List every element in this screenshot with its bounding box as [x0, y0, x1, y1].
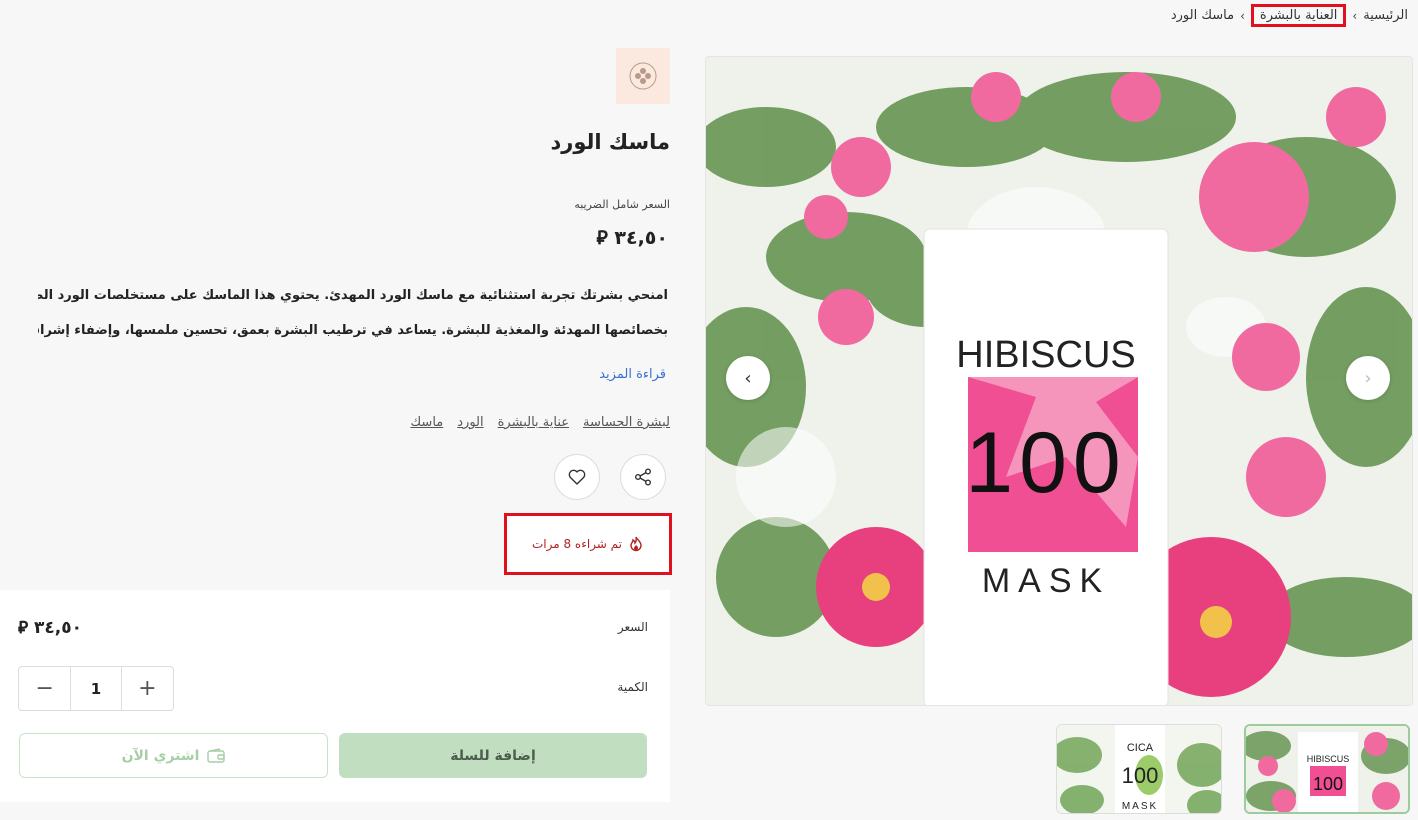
breadcrumb-separator: ‹ [1240, 8, 1245, 23]
decrease-quantity-button[interactable]: − [19, 667, 70, 710]
tax-note: السعر شامل الضريبه [574, 198, 670, 211]
buy-now-button[interactable]: اشتري الآن [19, 733, 328, 778]
quantity-stepper: − 1 + [18, 666, 174, 711]
tag-link[interactable]: لبشرة الحساسة [583, 415, 670, 430]
gallery-next-button[interactable]: › [1346, 356, 1390, 400]
svg-text:MASK: MASK [1122, 801, 1158, 812]
quantity-label: الكمية [617, 680, 648, 694]
thumbnail-cica[interactable]: CICA 100 MASK [1056, 724, 1222, 814]
fire-icon [630, 536, 642, 552]
share-button[interactable] [620, 454, 666, 500]
breadcrumb-category[interactable]: العناية بالبشرة [1250, 4, 1347, 27]
sold-count-text: تم شراءه 8 مرات [531, 537, 623, 551]
currency-icon: ⃁ [596, 227, 608, 249]
hibiscus-mask-illustration: HIBISCUS 100 MASK [706, 57, 1412, 705]
price-label: السعر [617, 620, 648, 634]
description-line: امنحي بشرتك تجربة استثنائية مع ماسك الور… [38, 288, 668, 303]
svg-text:MASK: MASK [982, 562, 1110, 600]
gallery-prev-button[interactable]: ‹ [726, 356, 770, 400]
product-title: ماسك الورد [550, 130, 670, 154]
wishlist-button[interactable] [554, 454, 600, 500]
tag-link[interactable]: عناية بالبشرة [498, 415, 569, 430]
price-value: ٣٤,٥٠ [34, 618, 82, 638]
sold-count-badge: تم شراءه 8 مرات [504, 513, 672, 575]
purchase-panel: السعر ⃁ ٣٤,٥٠ الكمية − 1 + إضافة للسلة ا… [0, 590, 670, 802]
buy-now-label: اشتري الآن [121, 747, 200, 764]
panel-price: ⃁ ٣٤,٥٠ [18, 616, 82, 638]
product-tags: لبشرة الحساسة عناية بالبشرة الورد ماسك [410, 415, 670, 430]
increase-quantity-button[interactable]: + [122, 667, 173, 710]
svg-text:100: 100 [965, 415, 1127, 511]
svg-text:HIBISCUS: HIBISCUS [1307, 754, 1350, 764]
svg-text:100: 100 [1313, 774, 1343, 794]
thumbnail-hibiscus[interactable]: HIBISCUS 100 [1244, 724, 1410, 814]
wallet-icon [207, 747, 226, 763]
add-to-cart-button[interactable]: إضافة للسلة [339, 733, 647, 778]
breadcrumb-current: ماسك الورد [1170, 8, 1235, 23]
gallery-thumbnails: CICA 100 MASK HIBISCUS 100 [1056, 724, 1410, 814]
read-more-link[interactable]: قراءة المزيد [599, 367, 666, 382]
breadcrumb-home[interactable]: الرئيسية [1363, 8, 1408, 23]
heart-icon [568, 469, 586, 485]
tag-link[interactable]: ماسك [410, 415, 443, 430]
currency-icon: ⃁ [18, 618, 29, 638]
product-price: ⃁ ٣٤,٥٠ [596, 226, 668, 250]
share-icon [635, 468, 651, 486]
quantity-input[interactable]: 1 [70, 667, 122, 710]
price-value: ٣٤,٥٠ [614, 227, 668, 249]
svg-text:100: 100 [1122, 763, 1159, 788]
description-line: بخصائصها المهدئة والمغذية للبشرة. يساعد … [38, 323, 668, 338]
tag-link[interactable]: الورد [457, 415, 483, 430]
svg-text:CICA: CICA [1127, 742, 1154, 754]
flower-logo-icon [629, 62, 657, 90]
brand-logo[interactable] [616, 48, 670, 104]
product-main-image: HIBISCUS 100 MASK [705, 56, 1413, 706]
breadcrumb-separator: ‹ [1352, 8, 1358, 23]
svg-text:HIBISCUS: HIBISCUS [956, 334, 1135, 376]
breadcrumb: الرئيسية ‹ العناية بالبشرة ‹ ماسك الورد [1171, 4, 1408, 27]
product-description: امنحي بشرتك تجربة استثنائية مع ماسك الور… [38, 278, 668, 348]
